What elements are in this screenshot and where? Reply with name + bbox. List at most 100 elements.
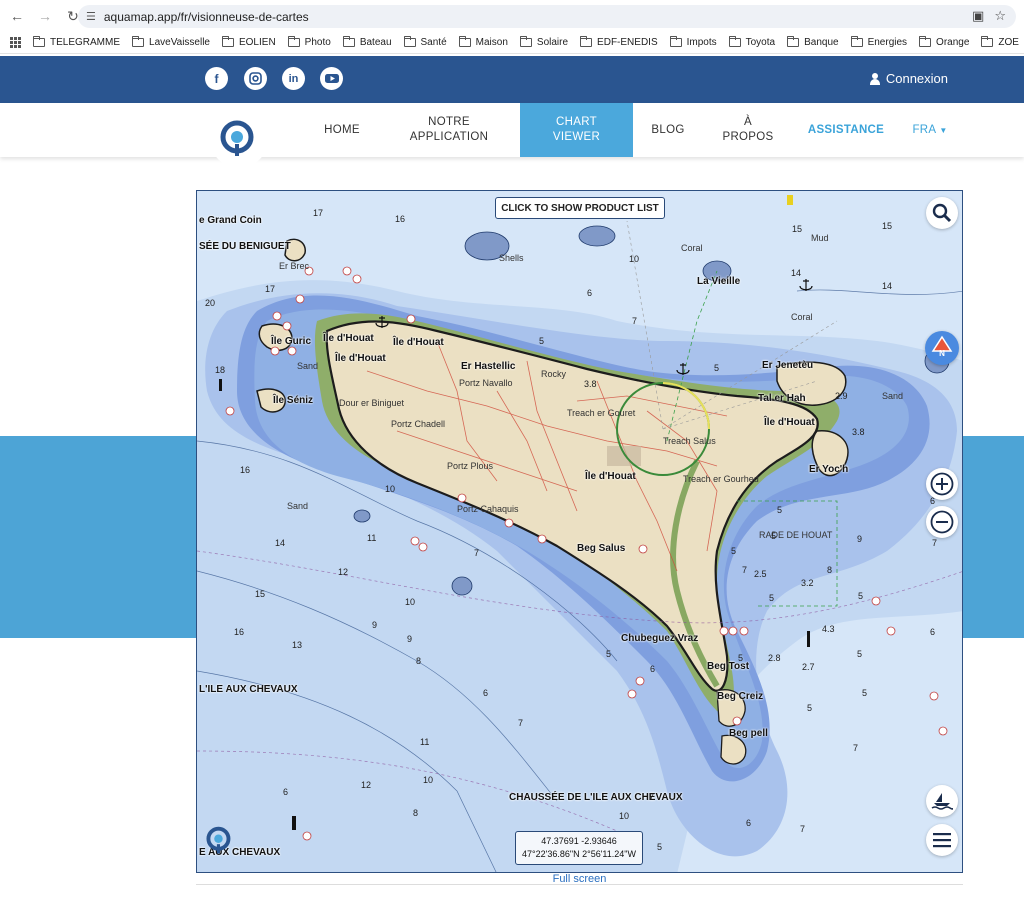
bookmark-folder[interactable]: Santé bbox=[403, 36, 447, 48]
depth-sounding: 5 bbox=[862, 688, 868, 698]
product-list-button[interactable]: CLICK TO SHOW PRODUCT LIST bbox=[495, 197, 665, 219]
login-link[interactable]: Connexion bbox=[869, 71, 948, 86]
bookmark-folder[interactable]: EDF-ENEDIS bbox=[580, 36, 658, 48]
bookmark-folder[interactable]: Maison bbox=[458, 36, 508, 48]
bookmark-folder[interactable]: Banque bbox=[787, 36, 839, 48]
nav-about-label: À PROPOS bbox=[722, 116, 774, 143]
aquamap-watermark-logo bbox=[203, 821, 237, 855]
chart-place-label: Île Séniz bbox=[273, 395, 314, 406]
map-search-button[interactable] bbox=[926, 197, 958, 229]
linkedin-icon[interactable]: in bbox=[282, 67, 305, 90]
depth-sounding: 9 bbox=[407, 634, 413, 644]
nav-application[interactable]: NOTRE APPLICATION bbox=[396, 103, 502, 157]
folder-icon bbox=[221, 36, 234, 47]
chart-place-label: Portz Navallo bbox=[459, 378, 513, 388]
apps-grid-icon[interactable] bbox=[10, 36, 21, 49]
product-list-label: CLICK TO SHOW PRODUCT LIST bbox=[501, 202, 659, 214]
chart-place-label: Mud bbox=[811, 233, 829, 243]
depth-sounding: 7 bbox=[742, 565, 748, 575]
depth-sounding: 11 bbox=[367, 533, 377, 543]
folder-icon bbox=[33, 36, 45, 47]
bookmark-label: Toyota bbox=[745, 37, 776, 48]
bookmark-star-icon[interactable]: ☆ bbox=[994, 8, 1006, 24]
aquamap-logo[interactable] bbox=[210, 104, 268, 168]
coords-decimal: 47.37691 -2.93646 bbox=[541, 836, 617, 846]
depth-sounding: 5 bbox=[807, 703, 813, 713]
bookmark-label: Impots bbox=[686, 37, 717, 48]
chart-place-label: Portz Chadell bbox=[391, 419, 446, 429]
depth-sounding: 5 bbox=[606, 649, 612, 659]
forward-icon[interactable]: → bbox=[34, 5, 56, 27]
bookmark-folder[interactable]: ZOE bbox=[981, 36, 1019, 48]
bookmark-folder[interactable]: TELEGRAMME bbox=[33, 36, 120, 48]
depth-sounding: 4.3 bbox=[822, 624, 835, 634]
bookmark-folder[interactable]: Energies bbox=[850, 36, 908, 48]
bookmark-folder[interactable]: Toyota bbox=[728, 36, 776, 48]
youtube-icon[interactable] bbox=[320, 67, 343, 90]
folder-icon bbox=[850, 36, 863, 47]
hamburger-menu-icon bbox=[933, 833, 951, 848]
bookmark-folder[interactable]: Bateau bbox=[342, 36, 392, 48]
bookmark-label: Photo bbox=[304, 37, 331, 48]
depth-sounding: 7 bbox=[800, 824, 806, 834]
bookmark-folder[interactable]: EOLIEN bbox=[221, 36, 276, 48]
search-icon bbox=[932, 203, 952, 223]
nav-chart-viewer[interactable]: CHART VIEWER bbox=[520, 103, 633, 157]
depth-sounding: 17 bbox=[265, 284, 276, 294]
chart-place-label: Sand bbox=[882, 391, 904, 401]
nav-about[interactable]: À PROPOS bbox=[712, 103, 784, 157]
map-menu-button[interactable] bbox=[926, 824, 958, 856]
depth-sounding: 14 bbox=[882, 281, 893, 291]
bookmark-folder[interactable]: Impots bbox=[669, 36, 717, 48]
chart-place-label: La Vieille bbox=[697, 276, 741, 287]
minus-icon bbox=[930, 510, 954, 534]
chart-place-label: Coral bbox=[681, 243, 703, 253]
tides-currents-button[interactable] bbox=[926, 785, 958, 817]
language-dropdown[interactable]: FRA ▼ bbox=[906, 103, 954, 157]
folder-icon bbox=[519, 36, 532, 47]
chart-place-label: e Grand Coin bbox=[199, 215, 262, 226]
nautical-chart[interactable] bbox=[197, 191, 963, 873]
depth-sounding: 15 bbox=[255, 589, 266, 599]
folder-icon bbox=[580, 36, 593, 47]
depth-sounding: 5 bbox=[539, 336, 545, 346]
zoom-in-button[interactable] bbox=[926, 468, 958, 500]
address-bar[interactable]: ☰ aquamap.app/fr/visionneuse-de-cartes ▣… bbox=[78, 5, 1016, 28]
site-settings-icon[interactable]: ☰ bbox=[86, 10, 96, 23]
nav-assistance[interactable]: ASSISTANCE bbox=[800, 103, 892, 157]
chart-viewer-map[interactable]: e Grand Coin SÉE DU BENIGUET Er Brec Île Gu… bbox=[196, 190, 963, 873]
bookmark-folder[interactable]: Photo bbox=[287, 36, 331, 48]
url-text: aquamap.app/fr/visionneuse-de-cartes bbox=[103, 9, 309, 24]
chart-place-label: Sand bbox=[297, 361, 319, 371]
chart-place-label: Er Hastellic bbox=[461, 361, 516, 372]
depth-sounding: 3.8 bbox=[852, 427, 865, 437]
depth-sounding: 8 bbox=[413, 808, 419, 818]
install-app-icon[interactable]: ▣ bbox=[972, 8, 984, 24]
plus-icon bbox=[930, 472, 954, 496]
chart-place-label: Portz Plous bbox=[447, 461, 494, 471]
depth-sounding: 2.9 bbox=[835, 391, 848, 401]
nav-home[interactable]: HOME bbox=[310, 103, 374, 157]
bookmark-folder[interactable]: LaveVaisselle bbox=[132, 36, 210, 48]
zoom-out-button[interactable] bbox=[926, 506, 958, 538]
chart-place-label: Beg pell bbox=[729, 728, 768, 739]
instagram-icon[interactable] bbox=[244, 67, 267, 90]
chart-place-label: Treach er Gouret bbox=[567, 408, 636, 418]
bookmark-folder[interactable]: Solaire bbox=[519, 36, 568, 48]
bookmark-label: Banque bbox=[804, 37, 839, 48]
depth-sounding: 14 bbox=[275, 538, 286, 548]
depth-sounding: 5 bbox=[657, 842, 663, 852]
depth-sounding: 3.2 bbox=[801, 578, 814, 588]
bookmarks-bar: TELEGRAMME LaveVaisselle EOLIEN Photo Bateau… bbox=[0, 32, 1024, 54]
facebook-icon[interactable]: f bbox=[205, 67, 228, 90]
chart-place-label: Treach er Gourhed bbox=[683, 474, 759, 484]
depth-sounding: 6 bbox=[746, 818, 752, 828]
chart-place-label: CHAUSSÉE DE L'ILE AUX CHEVAUX bbox=[509, 792, 683, 803]
back-icon[interactable]: ← bbox=[6, 5, 28, 27]
bookmark-folder[interactable]: Orange bbox=[919, 36, 969, 48]
bookmark-label: Energies bbox=[867, 37, 908, 48]
bookmark-label: LaveVaisselle bbox=[149, 37, 210, 48]
nav-blog[interactable]: BLOG bbox=[640, 103, 696, 157]
caret-down-icon: ▼ bbox=[939, 125, 948, 135]
north-up-button[interactable]: N bbox=[925, 331, 959, 365]
